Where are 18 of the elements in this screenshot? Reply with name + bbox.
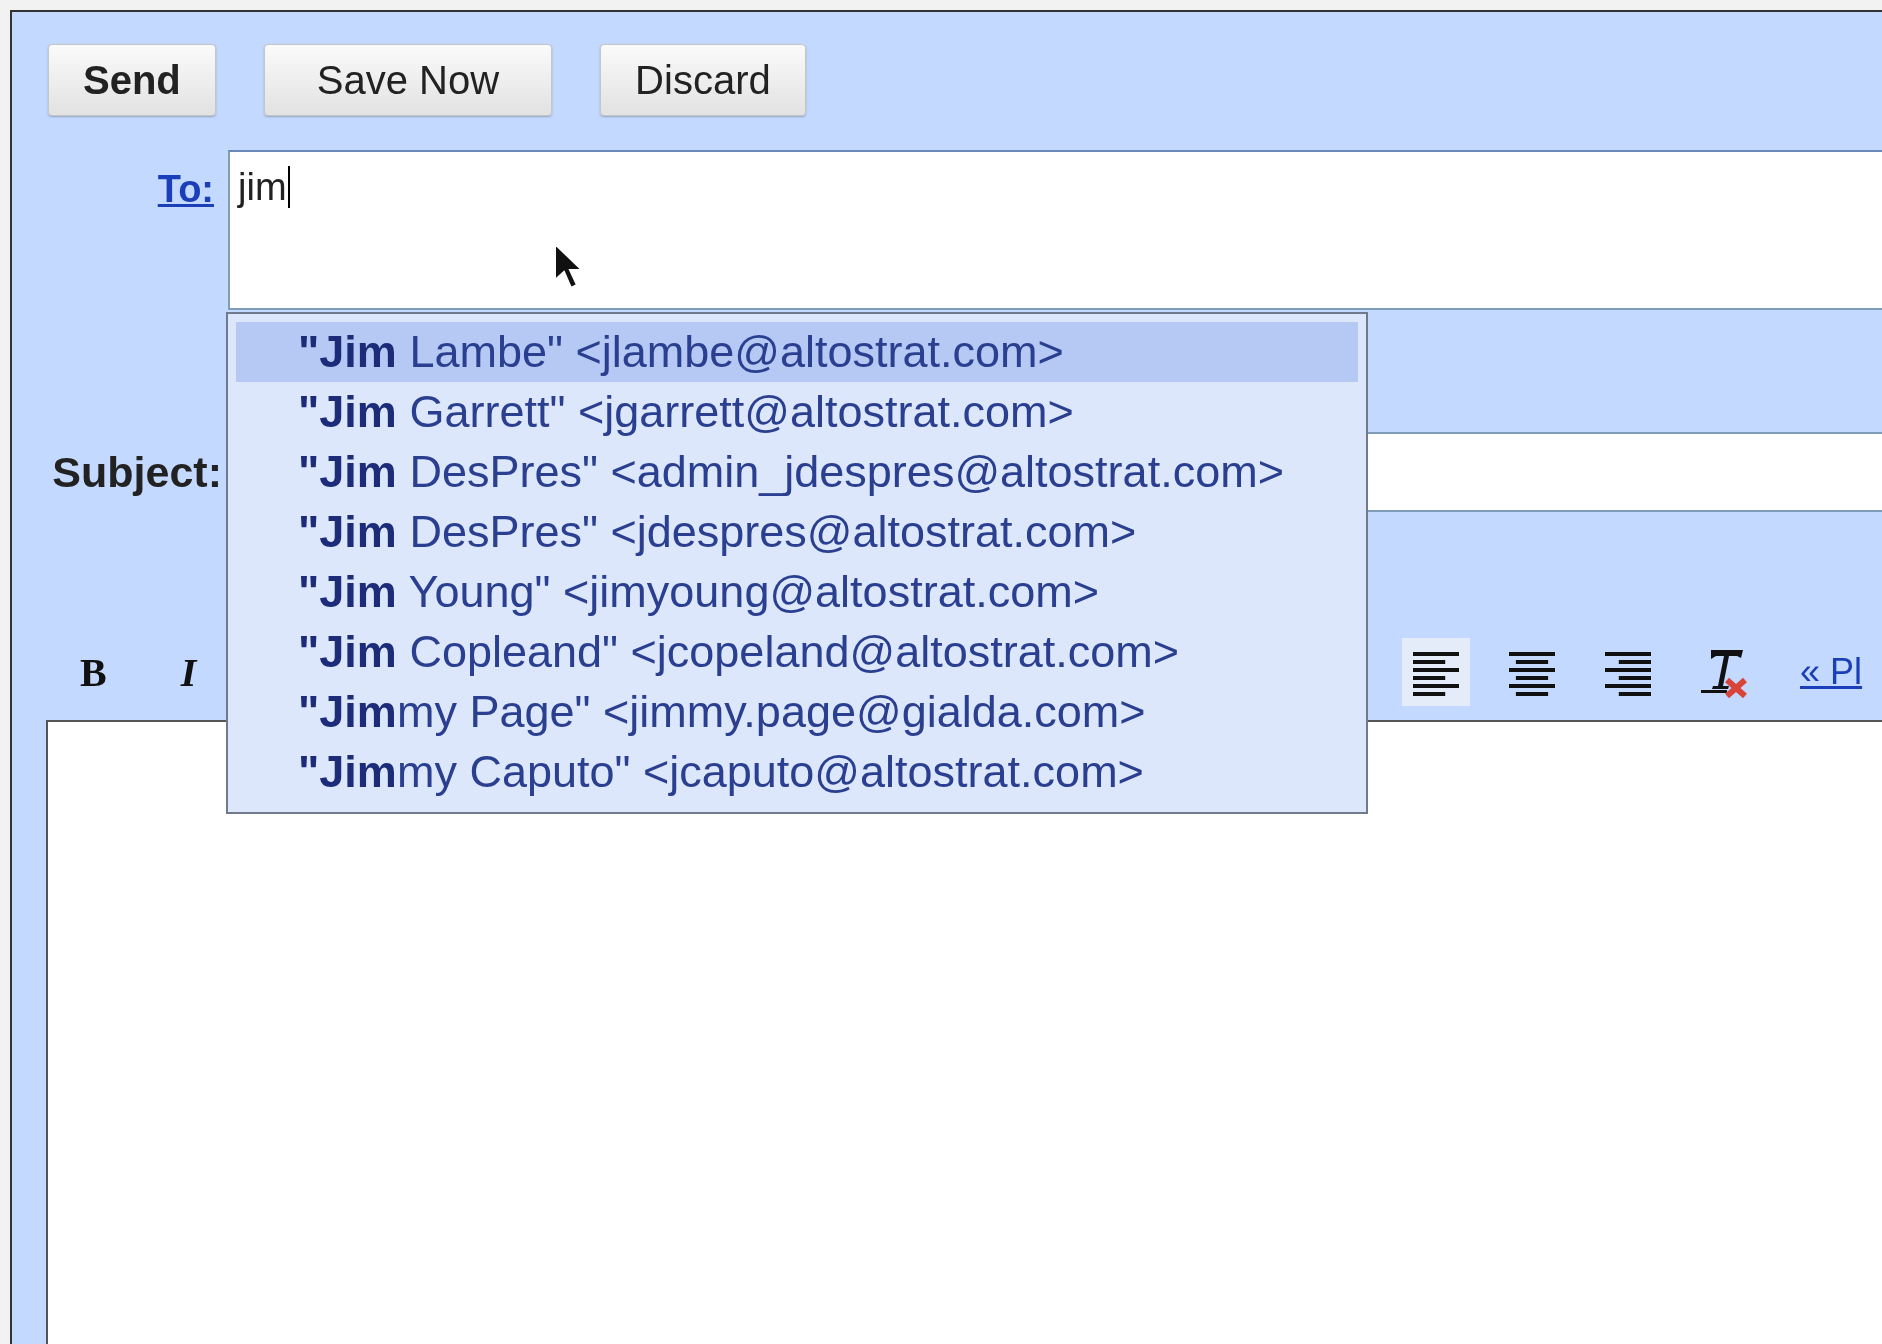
suggestion-item[interactable]: "Jim DesPres" <jdespres@altostrat.com> xyxy=(236,502,1358,562)
action-button[interactable]: Discard xyxy=(600,44,806,116)
suggestion-item[interactable]: "Jim Copleand" <jcopeland@altostrat.com> xyxy=(236,622,1358,682)
suggestion-item[interactable]: "Jimmy Page" <jimmy.page@gialda.com> xyxy=(236,682,1358,742)
suggestion-item[interactable]: "Jim Young" <jimyoung@altostrat.com> xyxy=(236,562,1358,622)
to-field[interactable]: jim xyxy=(228,150,1882,310)
align-left-button[interactable] xyxy=(1402,638,1470,706)
suggestion-item[interactable]: "Jimmy Caputo" <jcaputo@altostrat.com> xyxy=(236,742,1358,802)
suggestion-item[interactable]: "Jim Lambe" <jlambe@altostrat.com> xyxy=(236,322,1358,382)
suggestion-item[interactable]: "Jim DesPres" <admin_jdespres@altostrat.com> xyxy=(236,442,1358,502)
action-button[interactable]: Send xyxy=(48,44,216,116)
bold-button[interactable]: B xyxy=(70,644,117,700)
action-button[interactable]: Save Now xyxy=(263,44,553,116)
suggestion-item[interactable]: "Jim Garrett" <jgarrett@altostrat.com> xyxy=(236,382,1358,442)
to-link[interactable]: To: xyxy=(157,168,214,211)
plain-text-link[interactable]: « Pl xyxy=(1800,651,1863,693)
subject-label: Subject: xyxy=(52,448,222,497)
italic-button[interactable]: I xyxy=(170,644,207,700)
